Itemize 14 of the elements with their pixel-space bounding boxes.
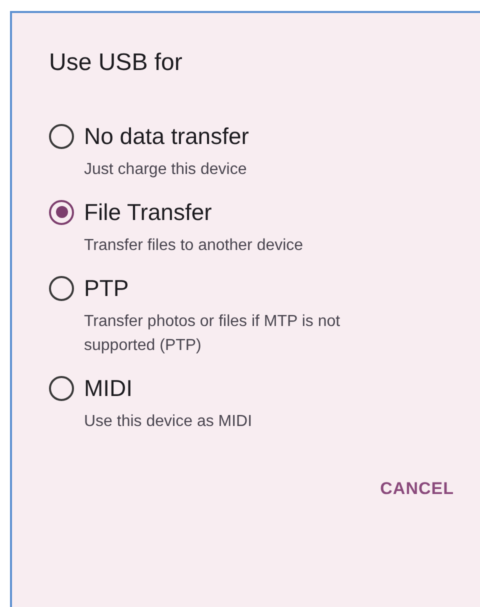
- radio-button[interactable]: [49, 200, 74, 224]
- cancel-button[interactable]: CANCEL: [380, 476, 454, 502]
- option-label[interactable]: PTP: [84, 272, 129, 304]
- option-description: Use this device as MIDI: [84, 412, 254, 432]
- option-label[interactable]: No data transfer: [84, 120, 249, 152]
- radio-button[interactable]: [49, 124, 74, 148]
- radio-button[interactable]: [49, 376, 74, 400]
- option-description: Transfer files to another device: [84, 236, 304, 256]
- option-label[interactable]: MIDI: [84, 372, 133, 404]
- option-label[interactable]: File Transfer: [84, 196, 212, 228]
- radio-button[interactable]: [49, 276, 74, 300]
- dialog-title: Use USB for: [49, 48, 184, 78]
- option-description: Transfer photos or files if MTP is not supported (PTP): [84, 312, 342, 356]
- option-description: Just charge this device: [84, 160, 248, 180]
